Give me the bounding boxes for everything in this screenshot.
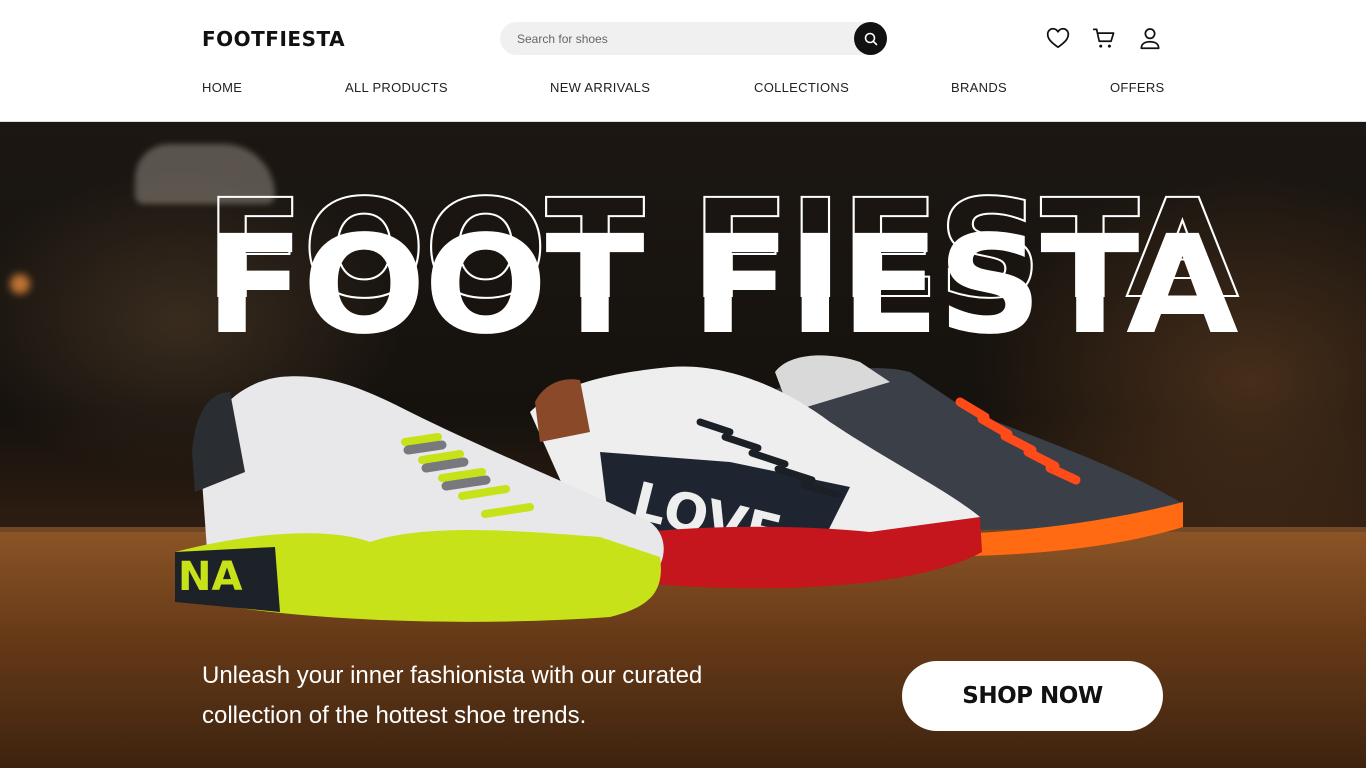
- nav-item-new-arrivals[interactable]: NEW ARRIVALS: [550, 80, 650, 95]
- cart-button[interactable]: [1090, 24, 1118, 52]
- hero-tagline-line-2: collection of the hottest shoe trends.: [202, 702, 587, 729]
- main-nav: HOME ALL PRODUCTS NEW ARRIVALS COLLECTIO…: [202, 80, 1165, 98]
- hero-tagline: Unleash your inner fashionista with our …: [202, 656, 802, 736]
- nav-item-offers[interactable]: OFFERS: [1110, 80, 1165, 95]
- sneakers-image: LOVE NA: [175, 355, 1183, 622]
- search-bar: [500, 22, 887, 55]
- shop-now-button[interactable]: SHOP NOW: [902, 661, 1163, 731]
- hero-banner: FOOT FIESTA FOOT FIESTA LOVE NA Unleash …: [0, 122, 1366, 768]
- hero-title: FOOT FIESTA: [205, 207, 1239, 365]
- cart-icon: [1092, 28, 1115, 48]
- logo[interactable]: FOOTFIESTA: [202, 27, 345, 51]
- shoe-na-text: NA: [178, 554, 242, 600]
- nav-item-home[interactable]: HOME: [202, 80, 242, 95]
- background-light: [10, 274, 30, 294]
- heart-icon: [1046, 27, 1070, 49]
- search-input[interactable]: [517, 22, 847, 55]
- wishlist-button[interactable]: [1044, 24, 1072, 52]
- hero-tagline-line-1: Unleash your inner fashionista with our …: [202, 662, 703, 689]
- search-button[interactable]: [854, 22, 887, 55]
- nav-item-collections[interactable]: COLLECTIONS: [754, 80, 849, 95]
- account-button[interactable]: [1136, 24, 1164, 52]
- nav-item-brands[interactable]: BRANDS: [951, 80, 1007, 95]
- site-header: FOOTFIESTA HOME ALL PRODUCTS NEW ARRIVA: [0, 0, 1366, 122]
- user-icon: [1140, 28, 1160, 50]
- nav-item-all-products[interactable]: ALL PRODUCTS: [345, 80, 448, 95]
- search-icon: [864, 32, 877, 45]
